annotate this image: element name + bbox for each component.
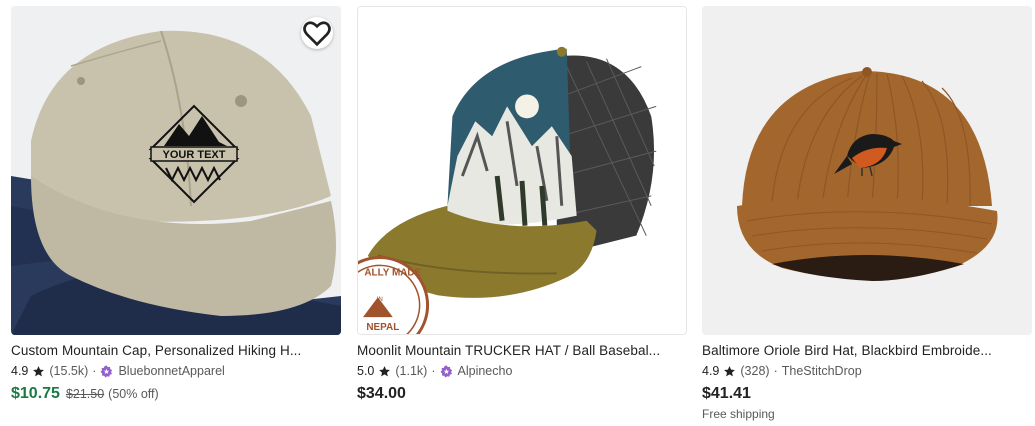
listing-card[interactable]: YOUR TEXT Custom Mountain Cap, Personali…	[11, 6, 341, 403]
trucker-hat-photo: ALLY MADE IN NEPAL	[358, 7, 686, 334]
price-row: $34.00	[357, 385, 687, 403]
made-in-nepal-badge: ALLY MADE IN NEPAL	[358, 255, 430, 334]
separator-dot: ·	[92, 364, 97, 378]
listing-title[interactable]: Custom Mountain Cap, Personalized Hiking…	[11, 342, 341, 359]
rating-value: 4.9	[702, 364, 720, 378]
favorite-button[interactable]	[301, 17, 333, 49]
listing-image[interactable]: YOUR TEXT	[11, 6, 341, 335]
listing-meta: 5.0 (1.1k) · Alpinecho	[357, 363, 687, 379]
price-row: $41.41	[702, 385, 1032, 403]
free-shipping-label: Free shipping	[702, 407, 775, 421]
rating-value: 5.0	[357, 364, 375, 378]
price: $34.00	[357, 385, 406, 402]
separator-dot: ·	[431, 364, 436, 378]
price: $41.41	[702, 385, 751, 402]
star-seller-badge-icon	[440, 365, 452, 377]
review-count: (328)	[740, 364, 770, 378]
listing-image[interactable]	[702, 6, 1032, 335]
review-count: (1.1k)	[395, 364, 428, 378]
svg-text:NEPAL: NEPAL	[366, 322, 399, 333]
corduroy-hat-photo	[702, 6, 1032, 335]
star-icon	[379, 365, 391, 376]
cap-print-text: YOUR TEXT	[163, 149, 226, 161]
listing-card[interactable]: Baltimore Oriole Bird Hat, Blackbird Emb…	[702, 6, 1032, 421]
rating-value: 4.9	[11, 364, 29, 378]
heart-outline-icon	[303, 21, 331, 47]
seller-name[interactable]: BluebonnetApparel	[118, 363, 224, 379]
original-price: $21.50	[65, 387, 105, 401]
review-count: (15.5k)	[49, 364, 89, 378]
star-icon	[724, 365, 736, 376]
listing-title[interactable]: Moonlit Mountain TRUCKER HAT / Ball Base…	[357, 342, 687, 359]
sale-price: $10.75	[11, 385, 60, 402]
listing-meta: 4.9 (15.5k) · BluebonnetApparel	[11, 363, 341, 379]
separator-dot: ·	[773, 364, 778, 378]
listing-card[interactable]: ALLY MADE IN NEPAL Moonlit Mountain TRUC…	[357, 6, 687, 403]
price-row: $10.75 $21.50 (50% off)	[11, 385, 341, 403]
cap-photo: YOUR TEXT	[11, 6, 341, 335]
listing-image[interactable]: ALLY MADE IN NEPAL	[357, 6, 687, 335]
listing-title[interactable]: Baltimore Oriole Bird Hat, Blackbird Emb…	[702, 342, 1032, 359]
seller-name[interactable]: Alpinecho	[458, 363, 513, 379]
listing-meta: 4.9 (328) · TheStitchDrop	[702, 363, 1032, 379]
svg-text:IN: IN	[377, 297, 383, 303]
svg-text:ALLY MADE: ALLY MADE	[364, 267, 421, 278]
star-icon	[33, 365, 45, 376]
star-seller-badge-icon	[101, 365, 113, 377]
discount-label: (50% off)	[108, 387, 159, 401]
seller-name[interactable]: TheStitchDrop	[782, 363, 862, 379]
